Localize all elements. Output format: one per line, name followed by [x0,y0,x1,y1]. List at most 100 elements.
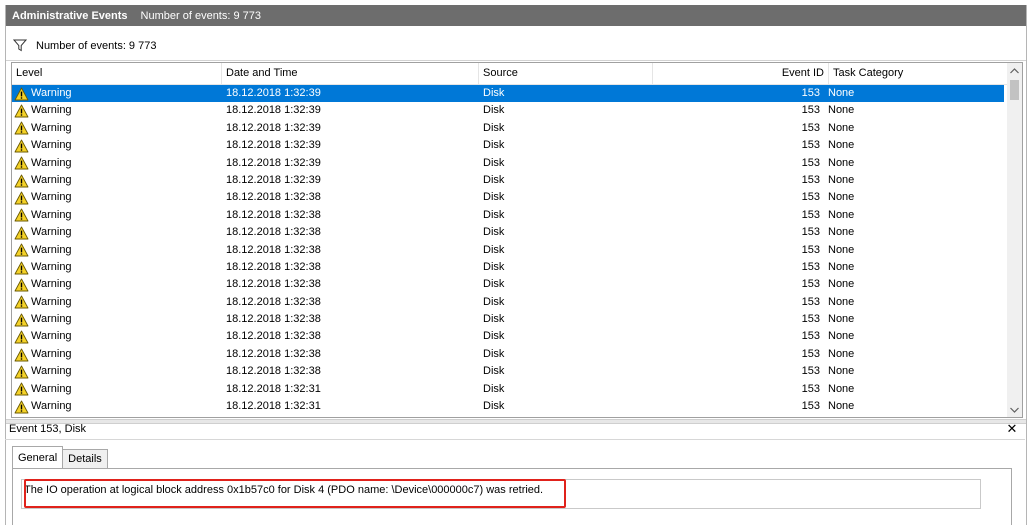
tab-general[interactable]: General [12,446,64,468]
title-bar: Administrative Events Number of events: … [6,5,1026,26]
cell-task-category: None [828,156,855,169]
cell-event-id: 153 [801,104,820,117]
cell-date: 18.12.2018 1:32:38 [226,295,321,308]
cell-task-category: None [828,330,855,343]
warning-icon [14,156,29,170]
table-row[interactable]: Warning 18.12.2018 1:32:39 Disk 153 None [12,137,1004,154]
cell-task-category: None [828,87,855,99]
detail-tabs: General Details [12,446,108,468]
warning-icon [14,330,29,344]
table-row[interactable]: Warning 18.12.2018 1:32:38 Disk 153 None [12,311,1004,328]
close-icon[interactable]: ✕ [1004,421,1020,437]
cell-date: 18.12.2018 1:32:39 [226,121,321,134]
table-row[interactable]: Warning 18.12.2018 1:32:38 Disk 153 None [12,242,1004,259]
cell-source: Disk [483,347,505,360]
filter-icon[interactable] [13,39,27,52]
cell-level: Warning [12,207,222,224]
level-text: Warning [31,330,72,343]
cell-date: 18.12.2018 1:32:39 [226,173,321,186]
cell-task-category: None [828,243,855,256]
table-row[interactable]: Warning 18.12.2018 1:32:39 Disk 153 None [12,155,1004,172]
level-text: Warning [31,295,72,308]
table-row[interactable]: Warning 18.12.2018 1:32:39 Disk 153 None [12,85,1004,103]
cell-date: 18.12.2018 1:32:38 [226,313,321,326]
column-header-task-category[interactable]: Task Category [829,63,1009,84]
table-row[interactable]: Warning 18.12.2018 1:32:38 Disk 153 None [12,328,1004,345]
level-text: Warning [31,191,72,204]
cell-source: Disk [483,104,505,117]
cell-level: Warning [12,224,222,241]
cell-event-id: 153 [801,121,820,134]
level-text: Warning [31,121,72,134]
cell-source: Disk [483,365,505,378]
cell-source: Disk [483,313,505,326]
tab-details[interactable]: Details [62,449,108,468]
table-row[interactable]: Warning 18.12.2018 1:32:39 Disk 153 None [12,102,1004,119]
cell-task-category: None [828,121,855,134]
table-row[interactable]: Warning 18.12.2018 1:32:38 Disk 153 None [12,224,1004,241]
vertical-scrollbar[interactable] [1007,63,1022,417]
cell-level: Warning [12,311,222,328]
cell-source: Disk [483,208,505,221]
scroll-up-icon[interactable] [1007,63,1022,78]
level-text: Warning [31,139,72,152]
cell-task-category: None [828,347,855,360]
warning-icon [14,226,29,240]
cell-event-id: 153 [801,365,820,378]
cell-source: Disk [483,173,505,186]
cell-date: 18.12.2018 1:32:31 [226,382,321,395]
cell-date: 18.12.2018 1:32:38 [226,365,321,378]
table-row[interactable]: Warning 18.12.2018 1:32:38 Disk 153 None [12,363,1004,380]
cell-level: Warning [12,120,222,137]
column-header-event-id[interactable]: Event ID [653,63,829,84]
table-row[interactable]: Warning 18.12.2018 1:32:38 Disk 153 None [12,294,1004,311]
warning-icon [14,295,29,309]
cell-event-id: 153 [801,208,820,221]
cell-source: Disk [483,260,505,273]
table-row[interactable]: Warning 18.12.2018 1:32:38 Disk 153 None [12,346,1004,363]
cell-task-category: None [828,278,855,291]
cell-source: Disk [483,382,505,395]
scroll-down-icon[interactable] [1007,402,1022,417]
cell-event-id: 153 [801,278,820,291]
column-header-date[interactable]: Date and Time [222,63,479,84]
cell-task-category: None [828,313,855,326]
table-row[interactable]: Warning 18.12.2018 1:32:39 Disk 153 None [12,172,1004,189]
table-row[interactable]: Warning 18.12.2018 1:32:31 Disk 153 None [12,398,1004,415]
level-text: Warning [31,260,72,273]
cell-level: Warning [12,294,222,311]
cell-source: Disk [483,295,505,308]
table-row[interactable]: Warning 18.12.2018 1:32:39 Disk 153 None [12,120,1004,137]
event-rows: Warning 18.12.2018 1:32:39 Disk 153 None Warn… [12,85,1004,417]
cell-level: Warning [12,346,222,363]
table-row[interactable]: Warning 18.12.2018 1:32:38 Disk 153 None [12,259,1004,276]
warning-icon [14,122,29,135]
column-header-source[interactable]: Source [479,63,653,84]
events-grid: Level Date and Time Source Event ID Task… [11,62,1023,418]
cell-event-id: 153 [801,173,820,186]
cell-event-id: 153 [801,382,820,395]
level-text: Warning [31,313,72,326]
level-text: Warning [31,278,72,291]
level-text: Warning [31,173,72,186]
scroll-thumb[interactable] [1010,80,1019,100]
cell-date: 18.12.2018 1:32:39 [226,104,321,117]
level-text: Warning [31,400,72,413]
cell-source: Disk [483,243,505,256]
cell-date: 18.12.2018 1:32:38 [226,330,321,343]
cell-level: Warning [12,381,222,398]
table-row[interactable]: Warning 18.12.2018 1:32:38 Disk 153 None [12,207,1004,224]
cell-task-category: None [828,139,855,152]
warning-icon [14,348,29,361]
cell-date: 18.12.2018 1:32:38 [226,347,321,360]
cell-task-category: None [828,191,855,204]
event-viewer-window: Administrative Events Number of events: … [5,5,1027,525]
table-row[interactable]: Warning 18.12.2018 1:32:38 Disk 153 None [12,276,1004,293]
cell-task-category: None [828,104,855,117]
column-header-level[interactable]: Level [12,63,222,84]
cell-source: Disk [483,330,505,343]
cell-source: Disk [483,400,505,413]
table-row[interactable]: Warning 18.12.2018 1:32:31 Disk 153 None [12,381,1004,398]
cell-source: Disk [483,278,505,291]
table-row[interactable]: Warning 18.12.2018 1:32:38 Disk 153 None [12,189,1004,206]
